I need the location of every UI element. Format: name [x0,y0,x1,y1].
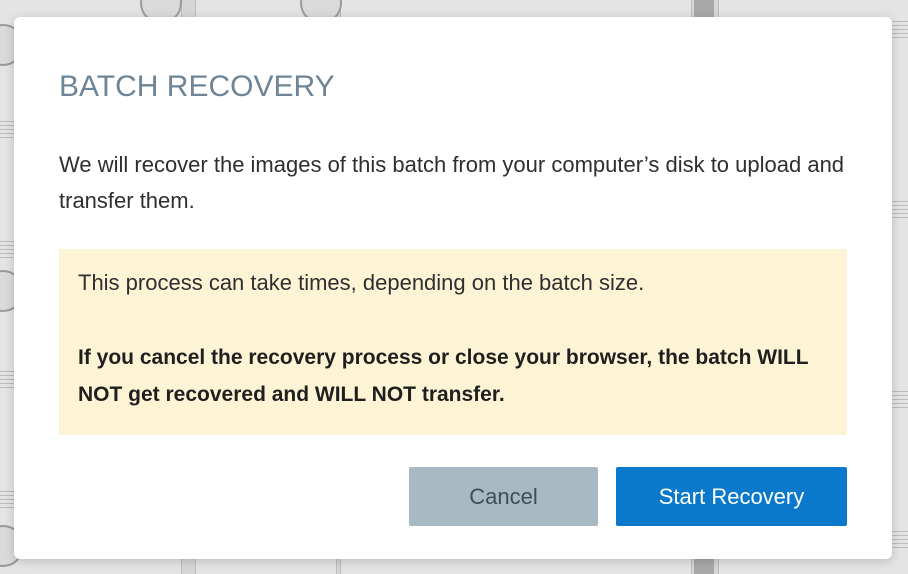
dialog-description: We will recover the images of this batch… [59,152,845,213]
notice-info-text: This process can take times, depending o… [78,270,645,295]
start-recovery-button[interactable]: Start Recovery [616,467,847,526]
warning-notice: This process can take times, depending o… [59,249,847,435]
dialog-title: BATCH RECOVERY [59,70,335,103]
notice-warning-text: If you cancel the recovery process or cl… [78,346,809,406]
batch-recovery-dialog: BATCH RECOVERY We will recover the image… [14,17,892,559]
cancel-button[interactable]: Cancel [409,467,598,526]
